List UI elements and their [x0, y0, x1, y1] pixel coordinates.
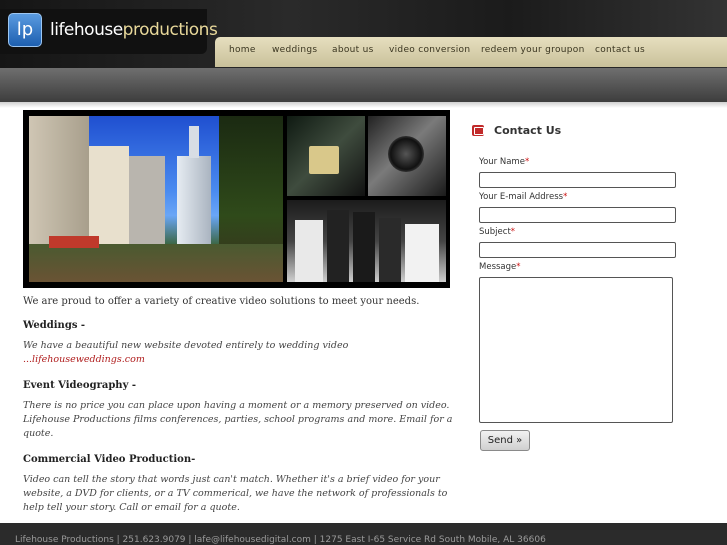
send-button[interactable]: Send » — [480, 430, 530, 451]
header-bar-shadow — [0, 102, 727, 108]
nav-item-video-conversion[interactable]: video conversion — [389, 45, 470, 55]
section-text-weddings: We have a beautiful new website devoted … — [23, 339, 453, 367]
required-mark: * — [524, 157, 530, 167]
email-field[interactable] — [479, 207, 676, 223]
logo-text-part2: productions — [122, 20, 218, 40]
section-heading-commercial: Commercial Video Production- — [23, 454, 196, 465]
section-heading-weddings: Weddings - — [23, 320, 86, 331]
subject-field[interactable] — [479, 242, 676, 258]
section-heading-event: Event Videography - — [23, 380, 137, 391]
required-mark: * — [563, 192, 568, 202]
name-label: Your Name* — [479, 157, 529, 167]
message-label: Message* — [479, 262, 521, 272]
footer-text: Lifehouse Productions | 251.623.9079 | l… — [15, 535, 546, 545]
subject-label-text: Subject — [479, 227, 511, 237]
city-skyline-image — [29, 116, 283, 282]
header-bar — [0, 68, 727, 102]
main-content: We are proud to offer a variety of creat… — [23, 296, 453, 515]
logo-text-part1: lifehouse — [50, 20, 123, 40]
contact-title: Contact Us — [494, 124, 562, 137]
email-label: Your E-mail Address* — [479, 192, 567, 202]
site-logo[interactable]: lp lifehouseproductions — [0, 9, 218, 54]
camcorder-image — [287, 116, 365, 196]
required-mark: * — [516, 262, 521, 272]
mail-icon — [472, 125, 484, 136]
main-nav: home weddings about us video conversion … — [215, 37, 727, 67]
wedding-party-image — [287, 200, 446, 282]
hero-collage — [23, 110, 450, 288]
required-mark: * — [510, 227, 516, 237]
section-text-commercial: Video can tell the story that words just… — [23, 474, 448, 513]
nav-item-redeem-groupon[interactable]: redeem your groupon — [481, 45, 585, 55]
logo-text: lifehouseproductions — [50, 20, 218, 40]
intro-text: We are proud to offer a variety of creat… — [23, 296, 420, 307]
nav-item-about-us[interactable]: about us — [332, 45, 374, 55]
nav-item-weddings[interactable]: weddings — [272, 45, 317, 55]
site-footer: Lifehouse Productions | 251.623.9079 | l… — [0, 523, 727, 545]
site-header: lp lifehouseproductions home weddings ab… — [0, 0, 727, 68]
message-textarea[interactable] — [479, 277, 673, 423]
subject-label: Subject* — [479, 227, 515, 237]
nav-item-contact-us[interactable]: contact us — [595, 45, 645, 55]
weddings-site-link[interactable]: ...lifehouseweddings.com — [23, 354, 145, 365]
nav-item-home[interactable]: home — [229, 45, 256, 55]
video-camera-image — [368, 116, 446, 196]
weddings-text: We have a beautiful new website devoted … — [23, 340, 349, 351]
name-field[interactable] — [479, 172, 676, 188]
message-label-text: Message — [479, 262, 517, 272]
logo-mark-icon: lp — [8, 13, 42, 47]
name-label-text: Your Name — [479, 157, 525, 167]
section-text-event: There is no price you can place upon hav… — [23, 400, 453, 439]
email-label-text: Your E-mail Address — [479, 192, 564, 202]
